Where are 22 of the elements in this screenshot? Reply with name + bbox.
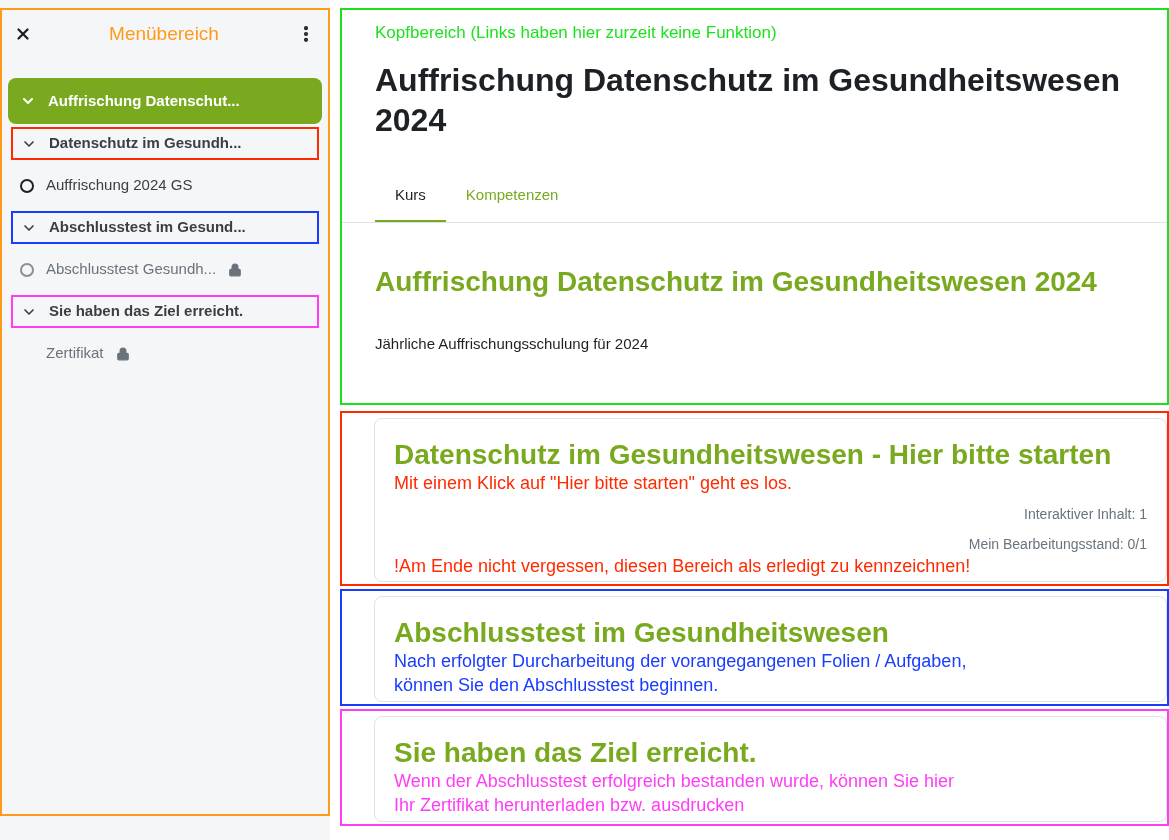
annotation-text: Wenn der Abschlusstest erfolgreich bestanden wurde, können Sie hier	[394, 770, 955, 793]
section-title: Abschlusstest im Gesundheitswesen	[394, 617, 890, 649]
annotation-text: !Am Ende nicht vergessen, diesen Bereich als erledigt zu kennzeichnen!	[394, 555, 972, 577]
section-nav-item[interactable]: Datenschutz im Gesundh...	[11, 127, 319, 160]
close-icon[interactable]	[14, 25, 32, 43]
course-heading: Auffrischung Datenschutz im Gesundheitswesen 2024	[375, 264, 1098, 299]
section-nav-item[interactable]: Sie haben das Ziel erreicht.	[11, 295, 319, 328]
page-title: Auffrischung Datenschutz im Gesundheitswesen 2024	[375, 60, 1121, 140]
course-summary: Jährliche Auffrischungsschulung für 2024	[375, 333, 650, 354]
section-info: Interaktiver Inhalt: 1	[1024, 505, 1147, 524]
annotation-text: Nach erfolgter Durcharbeitung der vorangegangenen Folien / Aufgaben,	[394, 650, 968, 673]
annotation-text: Kopfbereich (Links haben hier zurzeit keine Funktion)	[375, 22, 778, 44]
section-info: Mein Bearbeitungsstand: 0/1	[968, 535, 1147, 554]
annotation-text: Mit einem Klick auf "Hier bitte starten" geht es los.	[394, 472, 793, 495]
annotation-text: können Sie den Abschlusstest beginnen.	[394, 674, 720, 697]
section-nav-item[interactable]: Abschlusstest im Gesund...	[11, 211, 319, 244]
section-title: Datenschutz im Gesundheitswesen - Hier bitte starten	[394, 439, 1113, 471]
activity-link[interactable]: Auffrischung 2024 GS	[46, 174, 193, 197]
section-title: Sie haben das Ziel erreicht.	[394, 737, 758, 769]
sidebar-title: Menübereich	[109, 21, 219, 46]
tab[interactable]: Kurs	[375, 171, 446, 222]
annotation-text: Ihr Zertifikat herunterladen bzw. ausdrucken	[394, 794, 746, 817]
